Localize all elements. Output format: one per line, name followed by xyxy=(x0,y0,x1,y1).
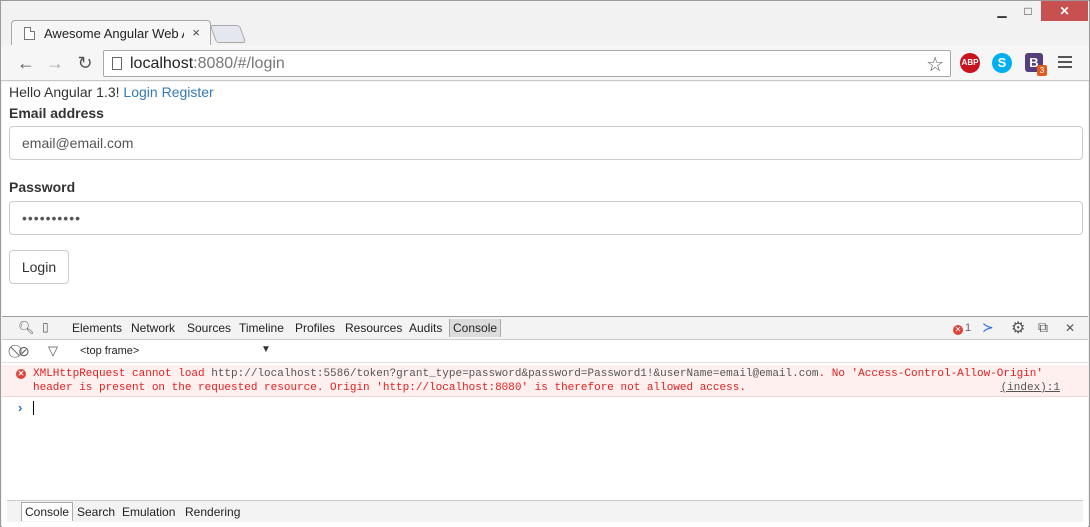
tab-network[interactable]: Network xyxy=(131,321,175,335)
error-source-link[interactable]: (index):1 xyxy=(1001,382,1060,394)
tab-resources[interactable]: Resources xyxy=(345,321,402,335)
frame-select[interactable]: <top frame> xyxy=(80,345,139,357)
drawer-tab-rendering[interactable]: Rendering xyxy=(185,505,240,519)
console-toolbar: ⃠ ⊘ ▽ <top frame> ▼ xyxy=(2,341,1088,363)
reload-icon[interactable]: ↻ xyxy=(74,52,96,74)
drawer-tab-console[interactable]: Console xyxy=(21,502,74,521)
settings-gear-icon[interactable]: ⚙ xyxy=(1011,318,1025,338)
login-button[interactable]: Login xyxy=(9,250,69,284)
login-link[interactable]: Login xyxy=(123,84,157,100)
console-error-message: ✕ XMLHttpRequest cannot load http://loca… xyxy=(2,365,1088,397)
url-text: localhost:8080/#/login xyxy=(130,55,285,73)
error-line-1: XMLHttpRequest cannot load http://localh… xyxy=(33,368,1043,380)
new-tab-button[interactable] xyxy=(209,25,247,43)
error-count-badge[interactable]: ✕ 1 xyxy=(953,322,971,335)
device-mode-icon[interactable]: ▯ xyxy=(42,320,49,334)
extension-badge: 3 xyxy=(1037,65,1047,76)
url-path: :8080/#/login xyxy=(193,55,285,72)
page-icon xyxy=(24,27,35,40)
menu-icon[interactable] xyxy=(1058,56,1072,68)
tab-sources[interactable]: Sources xyxy=(187,321,231,335)
clear-console-circle-icon[interactable]: ⊘ xyxy=(18,343,30,360)
text-caret xyxy=(33,401,34,415)
title-bar: Awesome Angular Web A × ▁ □ ✕ xyxy=(1,1,1089,46)
adblock-plus-icon[interactable]: ABP xyxy=(960,53,980,73)
drawer-tab-bar: Console Search Emulation Rendering xyxy=(7,500,1083,522)
tab-title: Awesome Angular Web A xyxy=(44,26,184,41)
error-icon: ✕ xyxy=(953,325,963,335)
close-window-button[interactable]: ✕ xyxy=(1041,1,1088,21)
error-count: 1 xyxy=(965,322,972,334)
inspect-element-icon[interactable]: 🔍︎ xyxy=(18,320,35,336)
error-prefix: XMLHttpRequest cannot load xyxy=(33,368,212,380)
browser-tab[interactable]: Awesome Angular Web A × xyxy=(11,20,211,46)
bookmark-star-icon[interactable]: ☆ xyxy=(926,52,944,77)
dock-side-icon[interactable]: ⧉ xyxy=(1038,319,1048,336)
console-drawer-icon[interactable]: ≻ xyxy=(982,319,994,336)
close-devtools-icon[interactable]: ✕ xyxy=(1065,321,1075,335)
email-label: Email address xyxy=(9,105,104,121)
address-bar[interactable]: localhost:8080/#/login ☆ xyxy=(103,50,951,77)
tab-audits[interactable]: Audits xyxy=(409,321,442,335)
maximize-button[interactable]: □ xyxy=(1015,1,1041,21)
minimize-button[interactable]: ▁ xyxy=(989,1,1015,21)
nav-line: Hello Angular 1.3! Login Register xyxy=(9,84,214,100)
error-suffix: . No 'Access-Control-Allow-Origin' xyxy=(818,368,1043,380)
tab-close-icon[interactable]: × xyxy=(192,25,200,40)
back-arrow-icon[interactable]: ← xyxy=(15,52,37,74)
password-label: Password xyxy=(9,179,76,195)
error-line-2: header is present on the requested resou… xyxy=(33,382,746,394)
hello-text: Hello Angular 1.3! xyxy=(9,84,120,100)
url-host: localhost xyxy=(130,55,194,72)
browser-window: Awesome Angular Web A × ▁ □ ✕ ← → ↻ loca… xyxy=(0,0,1090,527)
prompt-chevron-icon: › xyxy=(18,400,23,415)
chevron-down-icon[interactable]: ▼ xyxy=(261,344,271,355)
error-icon: ✕ xyxy=(16,369,26,379)
drawer-tab-search[interactable]: Search xyxy=(77,505,115,519)
forward-arrow-icon[interactable]: → xyxy=(44,52,66,74)
tab-timeline[interactable]: Timeline xyxy=(239,321,284,335)
tab-profiles[interactable]: Profiles xyxy=(295,321,335,335)
skype-icon[interactable]: S xyxy=(992,53,1012,73)
browser-toolbar: ← → ↻ localhost:8080/#/login ☆ ABP S B 3 xyxy=(1,45,1089,81)
page-icon xyxy=(112,57,122,70)
page-content: Hello Angular 1.3! Login Register Email … xyxy=(2,82,1088,316)
email-field[interactable]: email@email.com xyxy=(9,126,1083,160)
register-link[interactable]: Register xyxy=(162,84,214,100)
tab-elements[interactable]: Elements xyxy=(72,321,122,335)
filter-icon[interactable]: ▽ xyxy=(48,343,58,359)
devtools-panel: 🔍︎ ▯ Elements Network Sources Timeline P… xyxy=(2,316,1088,527)
drawer-tab-emulation[interactable]: Emulation xyxy=(122,505,175,519)
devtools-tab-bar: 🔍︎ ▯ Elements Network Sources Timeline P… xyxy=(2,317,1088,340)
console-prompt[interactable]: › xyxy=(2,398,1088,418)
password-field[interactable]: •••••••••• xyxy=(9,201,1083,235)
error-url[interactable]: http://localhost:5586/token?grant_type=p… xyxy=(211,368,818,380)
tab-console[interactable]: Console xyxy=(449,319,502,337)
